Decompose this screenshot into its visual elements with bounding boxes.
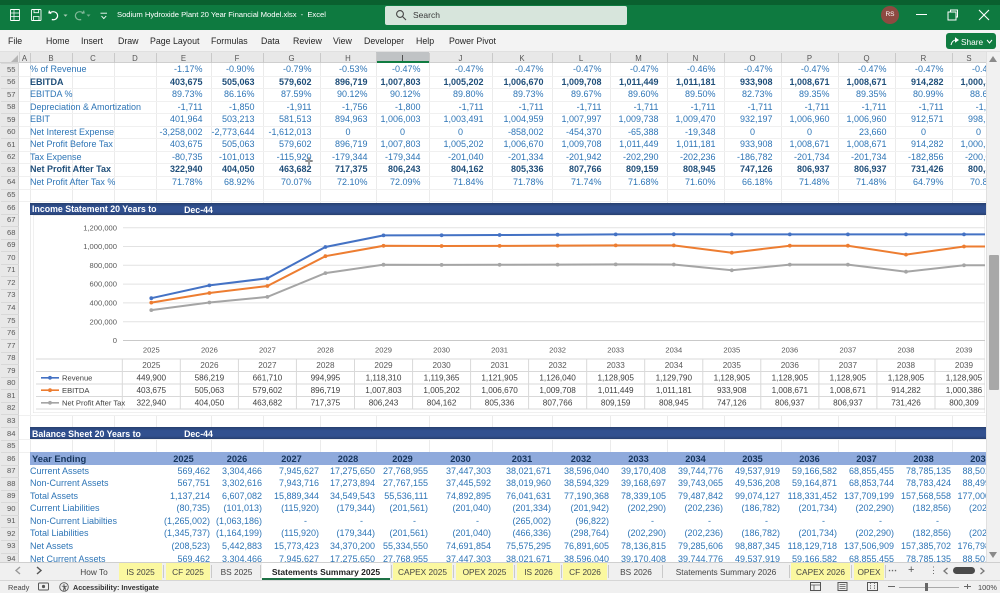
svg-text:449,900: 449,900: [136, 373, 166, 382]
svg-text:2026: 2026: [201, 346, 218, 355]
svg-text:Net Profit After Tax: Net Profit After Tax: [62, 398, 125, 407]
svg-text:2027: 2027: [258, 361, 277, 370]
svg-text:1,128,905: 1,128,905: [772, 373, 809, 382]
svg-text:322,940: 322,940: [136, 398, 166, 407]
svg-text:2035: 2035: [723, 346, 740, 355]
svg-text:806,243: 806,243: [369, 398, 399, 407]
svg-text:2030: 2030: [432, 361, 451, 370]
svg-text:2028: 2028: [317, 346, 334, 355]
svg-text:600,000: 600,000: [90, 280, 117, 289]
svg-text:403,675: 403,675: [136, 386, 166, 395]
svg-text:800,000: 800,000: [90, 261, 117, 270]
svg-text:2032: 2032: [548, 361, 567, 370]
svg-text:809,159: 809,159: [601, 398, 631, 407]
svg-text:2038: 2038: [898, 346, 915, 355]
svg-text:1,000,000: 1,000,000: [83, 242, 117, 251]
svg-text:1,126,040: 1,126,040: [539, 373, 576, 382]
svg-text:1,000,386: 1,000,386: [946, 386, 983, 395]
svg-text:1,119,365: 1,119,365: [424, 373, 460, 382]
svg-text:2034: 2034: [665, 346, 682, 355]
svg-text:2037: 2037: [839, 361, 858, 370]
svg-text:1,008,671: 1,008,671: [772, 386, 809, 395]
svg-text:1,128,905: 1,128,905: [597, 373, 634, 382]
svg-text:1,121,905: 1,121,905: [481, 373, 518, 382]
svg-text:1,011,449: 1,011,449: [598, 386, 634, 395]
svg-text:2030: 2030: [433, 346, 450, 355]
svg-text:1,006,670: 1,006,670: [481, 386, 518, 395]
svg-text:2032: 2032: [549, 346, 566, 355]
svg-text:505,063: 505,063: [195, 386, 225, 395]
svg-text:579,602: 579,602: [253, 386, 283, 395]
svg-text:1,005,202: 1,005,202: [423, 386, 460, 395]
svg-text:2029: 2029: [375, 346, 392, 355]
svg-text:2033: 2033: [607, 361, 626, 370]
svg-text:806,937: 806,937: [833, 398, 863, 407]
svg-text:2035: 2035: [723, 361, 742, 370]
svg-text:800,309: 800,309: [949, 398, 979, 407]
svg-text:2025: 2025: [143, 346, 160, 355]
svg-text:1,011,181: 1,011,181: [656, 386, 692, 395]
svg-text:1,008,671: 1,008,671: [830, 386, 867, 395]
svg-text:2038: 2038: [897, 361, 916, 370]
svg-text:747,126: 747,126: [717, 398, 747, 407]
svg-text:463,682: 463,682: [253, 398, 283, 407]
svg-text:717,375: 717,375: [311, 398, 341, 407]
svg-text:1,128,905: 1,128,905: [946, 373, 983, 382]
svg-text:806,937: 806,937: [775, 398, 805, 407]
svg-text:804,162: 804,162: [427, 398, 457, 407]
svg-text:2036: 2036: [781, 346, 798, 355]
svg-text:808,945: 808,945: [659, 398, 689, 407]
svg-text:2031: 2031: [490, 361, 509, 370]
svg-text:404,050: 404,050: [195, 398, 225, 407]
svg-text:2028: 2028: [316, 361, 335, 370]
svg-text:1,128,905: 1,128,905: [830, 373, 867, 382]
svg-text:1,129,790: 1,129,790: [656, 373, 693, 382]
svg-text:400,000: 400,000: [90, 299, 117, 308]
svg-text:2027: 2027: [259, 346, 276, 355]
svg-text:1,200,000: 1,200,000: [83, 223, 117, 232]
svg-text:1,128,905: 1,128,905: [714, 373, 751, 382]
svg-text:0: 0: [113, 336, 117, 345]
svg-text:1,118,310: 1,118,310: [366, 373, 402, 382]
svg-text:2026: 2026: [200, 361, 219, 370]
svg-text:2029: 2029: [374, 361, 393, 370]
svg-text:805,336: 805,336: [485, 398, 515, 407]
svg-text:EBITDA: EBITDA: [62, 386, 90, 395]
svg-text:807,766: 807,766: [543, 398, 573, 407]
svg-text:2025: 2025: [142, 361, 161, 370]
svg-text:914,282: 914,282: [891, 386, 921, 395]
svg-text:994,995: 994,995: [311, 373, 341, 382]
svg-text:933,908: 933,908: [717, 386, 747, 395]
svg-text:2039: 2039: [955, 361, 974, 370]
svg-text:731,426: 731,426: [891, 398, 921, 407]
svg-text:200,000: 200,000: [90, 317, 117, 326]
svg-text:896,719: 896,719: [311, 386, 341, 395]
svg-text:586,219: 586,219: [195, 373, 225, 382]
svg-text:2039: 2039: [956, 346, 973, 355]
svg-text:1,128,905: 1,128,905: [888, 373, 925, 382]
svg-text:2031: 2031: [491, 346, 508, 355]
svg-text:2037: 2037: [839, 346, 856, 355]
svg-text:1,009,708: 1,009,708: [539, 386, 576, 395]
svg-text:2033: 2033: [607, 346, 624, 355]
svg-text:661,710: 661,710: [253, 373, 283, 382]
svg-text:2036: 2036: [781, 361, 800, 370]
svg-text:2034: 2034: [665, 361, 684, 370]
svg-text:Revenue: Revenue: [62, 373, 92, 382]
svg-text:1,007,803: 1,007,803: [365, 386, 402, 395]
